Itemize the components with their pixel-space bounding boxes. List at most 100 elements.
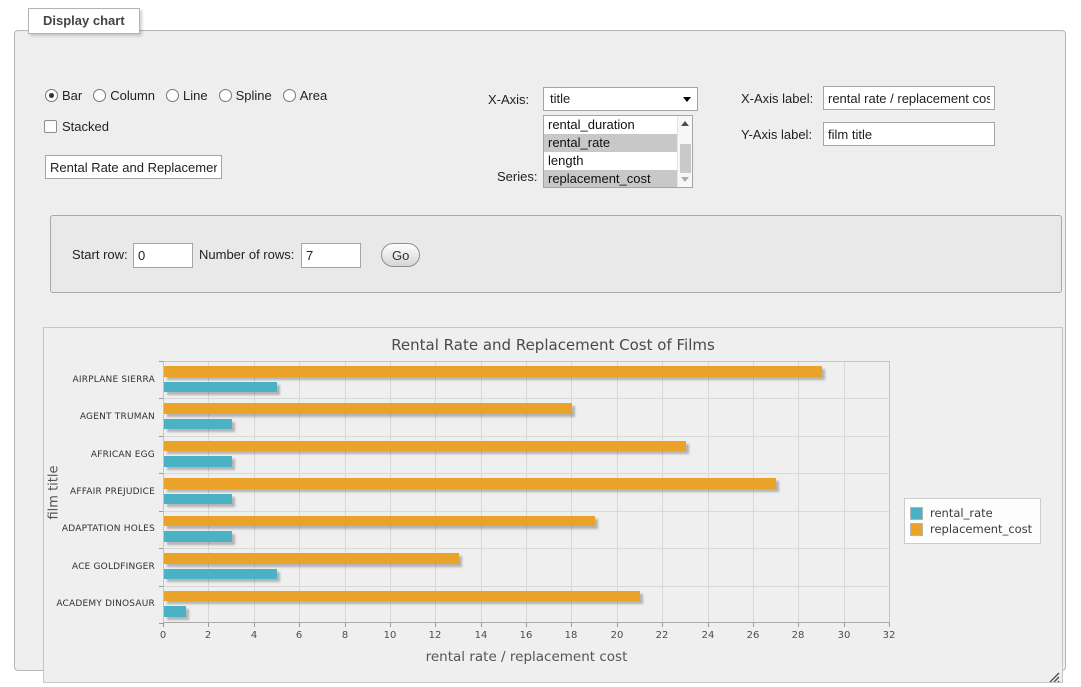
x-axis-tick [435,623,436,627]
x-tick-label: 24 [692,630,724,641]
x-axis-tick [163,623,164,627]
radio-icon[interactable] [283,89,296,102]
radio-icon[interactable] [45,89,58,102]
x-axis-tick [617,623,618,627]
bar-replacement_cost-affair-prejudice[interactable] [164,478,776,489]
radio-label: Column [110,88,155,103]
y-category-label: ACE GOLDFINGER [44,548,155,585]
panel-title: Display chart [28,8,140,34]
plot-area-border [163,361,890,623]
radio-label: Spline [236,88,272,103]
series-multiselect[interactable]: rental_durationrental_ratelengthreplacem… [543,115,693,188]
radio-icon[interactable] [93,89,106,102]
stacked-label: Stacked [62,119,109,134]
bar-rental_rate-ace-goldfinger[interactable] [164,569,277,580]
bar-replacement_cost-agent-truman[interactable] [164,403,572,414]
bar-rental_rate-academy-dinosaur[interactable] [164,606,186,617]
series-list-scrollbar[interactable] [677,116,692,187]
radio-area[interactable]: Area [283,88,327,103]
x-tick-label: 20 [601,630,633,641]
x-tick-label: 26 [737,630,769,641]
scroll-down-button[interactable] [678,173,692,187]
bar-replacement_cost-african-egg[interactable] [164,441,686,452]
start-row-input[interactable] [133,243,193,268]
go-button[interactable]: Go [381,243,420,267]
legend-item-rental_rate: rental_rate [910,506,1032,520]
scrollbar-thumb[interactable] [680,144,691,173]
radio-column[interactable]: Column [93,88,155,103]
chart-type-radio-group: Bar Column Line Spline Area [45,88,338,103]
legend-swatch [910,523,923,536]
x-axis-tick [798,623,799,627]
radio-bar[interactable]: Bar [45,88,82,103]
number-of-rows-label: Number of rows: [199,247,294,262]
bar-replacement_cost-academy-dinosaur[interactable] [164,591,640,602]
bar-rental_rate-agent-truman[interactable] [164,419,232,430]
radio-spline[interactable]: Spline [219,88,272,103]
display-chart-panel: BarColumnLineSplineArea Stacked X-Axis: … [14,30,1066,671]
x-tick-label: 0 [147,630,179,641]
series-option-length[interactable]: length [544,152,677,170]
legend-item-replacement_cost: replacement_cost [910,522,1032,536]
x-tick-label: 28 [782,630,814,641]
bar-rental_rate-african-egg[interactable] [164,456,232,467]
y-category-label: ACADEMY DINOSAUR [44,586,155,623]
x-tick-label: 22 [646,630,678,641]
legend-swatch [910,507,923,520]
y-category-label: AIRPLANE SIERRA [44,361,155,398]
radio-icon[interactable] [219,89,232,102]
y-category-label: AGENT TRUMAN [44,398,155,435]
radio-line[interactable]: Line [166,88,208,103]
x-axis-tick [571,623,572,627]
resize-handle[interactable] [1048,668,1060,680]
y-axis-tick [159,548,163,549]
radio-label: Area [300,88,327,103]
start-row-label: Start row: [72,247,128,262]
series-option-rental_duration[interactable]: rental_duration [544,116,677,134]
number-of-rows-input[interactable] [301,243,361,268]
x-axis-selected-value: title [550,91,570,106]
scroll-down-icon [681,177,689,182]
y-axis-tick [159,586,163,587]
y-axis-tick [159,398,163,399]
x-tick-label: 14 [465,630,497,641]
chart-title: Rental Rate and Replacement Cost of Film… [44,336,1062,354]
bar-replacement_cost-airplane-sierra[interactable] [164,366,822,377]
bar-replacement_cost-adaptation-holes[interactable] [164,516,595,527]
x-axis-tick [208,623,209,627]
x-tick-label: 12 [419,630,451,641]
x-axis-tick [299,623,300,627]
x-axis-label-input[interactable] [823,86,995,110]
bar-rental_rate-affair-prejudice[interactable] [164,494,232,505]
x-axis-title: rental rate / replacement cost [163,649,890,665]
x-axis-tick [889,623,890,627]
y-category-label: AFFAIR PREJUDICE [44,473,155,510]
y-axis-tick [159,473,163,474]
y-axis-label-field-label: Y-Axis label: [741,127,812,142]
y-axis-label-input[interactable] [823,122,995,146]
series-option-replacement_cost[interactable]: replacement_cost [544,170,677,188]
x-axis-tick [708,623,709,627]
x-tick-label: 16 [510,630,542,641]
chart-title-input[interactable] [45,155,222,179]
y-category-label: ADAPTATION HOLES [44,511,155,548]
legend-label: replacement_cost [930,522,1032,536]
stacked-checkbox-row[interactable]: Stacked [44,119,109,134]
bar-replacement_cost-ace-goldfinger[interactable] [164,553,459,564]
x-axis-tick [753,623,754,627]
x-axis-tick [390,623,391,627]
radio-icon[interactable] [166,89,179,102]
chart-legend: rental_rate replacement_cost [904,498,1041,544]
stacked-checkbox[interactable] [44,120,57,133]
bar-rental_rate-adaptation-holes[interactable] [164,531,232,542]
x-axis-select[interactable]: title [543,87,698,111]
series-option-rental_rate[interactable]: rental_rate [544,134,677,152]
bar-rental_rate-airplane-sierra[interactable] [164,382,277,393]
radio-label: Line [183,88,208,103]
x-tick-label: 4 [238,630,270,641]
y-axis-tick [159,361,163,362]
dropdown-arrow-icon [683,97,691,102]
series-option-list: rental_durationrental_ratelengthreplacem… [544,116,692,188]
x-tick-label: 10 [374,630,406,641]
scroll-up-button[interactable] [678,116,692,130]
